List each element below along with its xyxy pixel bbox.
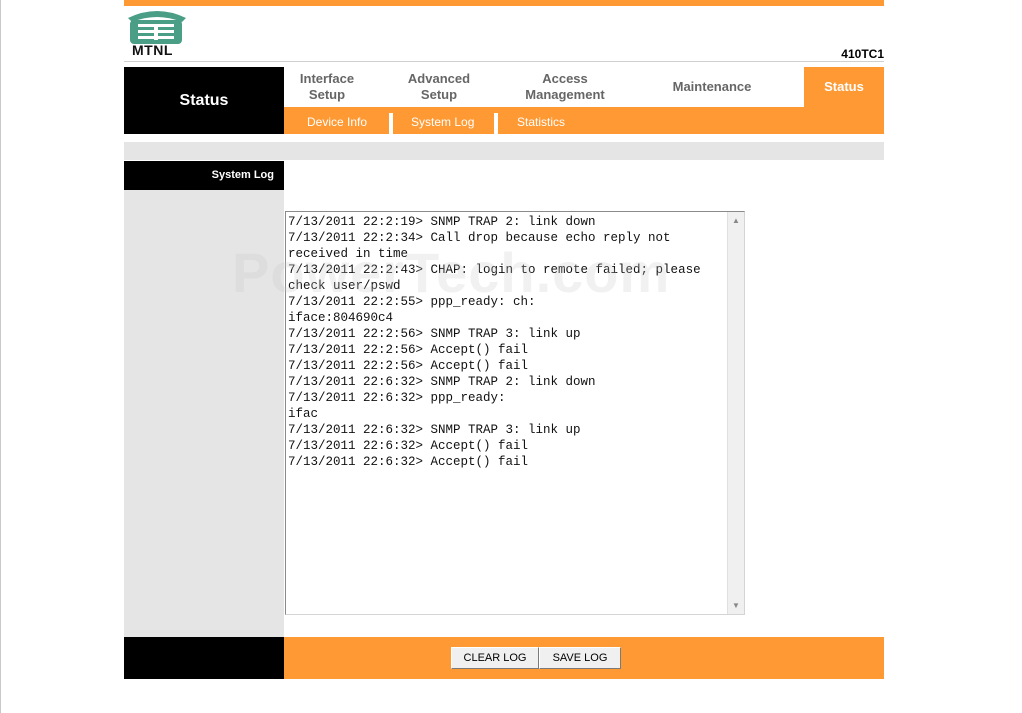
subnav-separator: [494, 113, 498, 134]
footer-button-bar: CLEAR LOG SAVE LOG: [284, 637, 884, 679]
footer-left-block: [124, 637, 284, 679]
top-accent-strip: [124, 0, 884, 6]
tab-interface-setup[interactable]: Interface Setup: [284, 67, 370, 107]
log-scrollbar[interactable]: ▲ ▼: [727, 212, 744, 614]
tab-maintenance[interactable]: Maintenance: [642, 67, 782, 107]
subtab-statistics[interactable]: Statistics: [517, 107, 565, 134]
subtab-device-info[interactable]: Device Info: [307, 107, 367, 134]
main-nav: Interface Setup Advanced Setup Access Manag…: [284, 67, 884, 107]
sidebar-label-block: System Log: [124, 161, 284, 190]
tab-access-management[interactable]: Access Management: [506, 67, 624, 107]
save-log-button[interactable]: SAVE LOG: [539, 647, 621, 669]
scroll-down-arrow-icon[interactable]: ▼: [732, 601, 740, 610]
router-page: MTNL 410TC1 Status Interface Setup Advanc…: [124, 0, 884, 713]
header-divider: [124, 61, 884, 62]
section-title-block: Status: [124, 67, 284, 134]
model-number: 410TC1: [841, 47, 884, 61]
system-log-textarea[interactable]: 7/13/2011 22:2:19> SNMP TRAP 2: link dow…: [285, 211, 745, 615]
clear-log-button[interactable]: CLEAR LOG: [451, 647, 539, 669]
content-top-bar: [124, 142, 884, 160]
scroll-up-arrow-icon[interactable]: ▲: [732, 216, 740, 225]
section-title: Status: [179, 92, 229, 109]
sidebar-label: System Log: [211, 169, 274, 181]
tab-advanced-setup[interactable]: Advanced Setup: [380, 67, 498, 107]
tab-status[interactable]: Status: [804, 67, 884, 107]
sub-nav: Device Info System Log Statistics: [284, 107, 884, 134]
subtab-system-log[interactable]: System Log: [411, 107, 474, 134]
sidebar-panel: [124, 190, 284, 637]
system-log-text: 7/13/2011 22:2:19> SNMP TRAP 2: link dow…: [288, 215, 701, 469]
brand-name: MTNL: [132, 42, 173, 58]
subnav-separator: [389, 113, 393, 134]
